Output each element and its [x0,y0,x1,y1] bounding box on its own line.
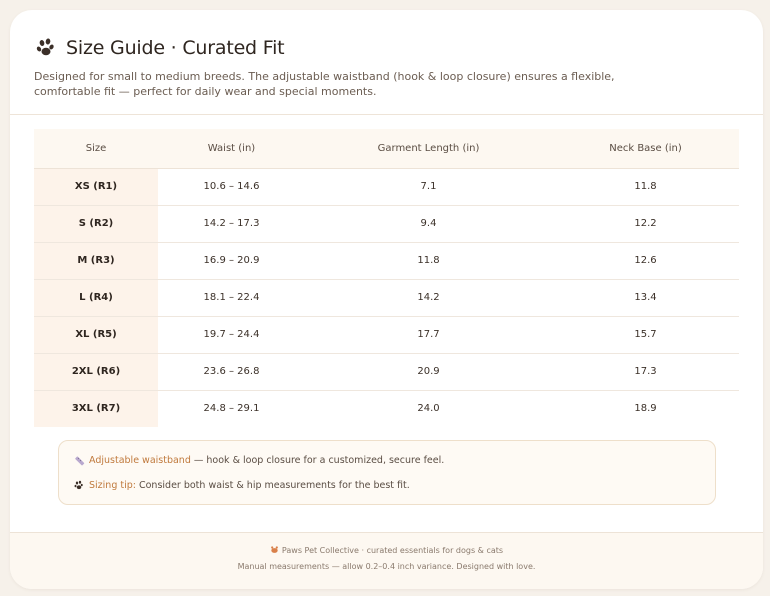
size-table-container: Size Waist (in) Garment Length (in) Neck… [34,129,739,427]
neck-cell: 12.2 [552,205,739,243]
waist-cell: 16.9 – 20.9 [158,242,305,280]
neck-cell: 13.4 [552,279,739,317]
length-cell: 7.1 [305,168,552,206]
header: Size Guide · Curated Fit Designed for sm… [10,10,763,115]
waist-cell: 18.1 – 22.4 [158,279,305,317]
footer-disclaimer: Manual measurements — allow 0.2–0.4 inch… [237,562,536,571]
size-cell: M (R3) [34,242,158,280]
table-header-row: Size Waist (in) Garment Length (in) Neck… [34,129,739,169]
waist-cell: 14.2 – 17.3 [158,205,305,243]
column-header-neck: Neck Base (in) [552,129,739,169]
table-row: 2XL (R6) 23.6 – 26.8 20.9 17.3 [34,353,739,391]
length-cell: 24.0 [417,403,440,415]
sizing-notes: Adjustable waistband — hook & loop closu… [58,440,716,505]
footer-brand: Paws Pet Collective · curated essentials… [281,546,504,555]
length-cell: 11.8 [305,242,552,280]
size-guide-card: Size Guide · Curated Fit Designed for sm… [10,10,763,589]
pet-icon [270,545,279,554]
size-cell: XL (R5) [34,316,158,354]
paw-icon [74,480,85,491]
neck-cell: 15.7 [552,316,739,354]
neck-cell: 12.6 [552,242,739,280]
table-row: XL (R5) 19.7 – 24.4 17.7 15.7 [34,316,739,354]
table-row: L (R4) 18.1 – 22.4 14.2 13.4 [34,279,739,317]
sizing-tip-label: Sizing tip: [89,480,136,491]
neck-cell: 11.8 [552,168,739,206]
length-cell: 9.4 [305,205,552,243]
waist-cell: 23.6 – 26.8 [158,353,305,391]
paw-icon [36,38,58,58]
waistband-note: Adjustable waistband — hook & loop closu… [74,455,444,466]
length-cell: 14.2 [305,279,552,317]
neck-cell: 18.9 [634,403,657,415]
waistband-text: — hook & loop closure for a customized, … [190,455,445,466]
size-cell: 3XL (R7) [34,390,158,427]
title-row: Size Guide · Curated Fit [36,37,285,59]
table-row: M (R3) 16.9 – 20.9 11.8 12.6 [34,242,739,280]
table-row: S (R2) 14.2 – 17.3 9.4 12.2 [34,205,739,243]
ruler-icon [74,455,85,466]
size-cell: S (R2) [34,205,158,243]
waist-cell: 24.8 – 29.1 [203,403,260,415]
column-header-length: Garment Length (in) [305,129,552,169]
page-title: Size Guide · Curated Fit [66,37,285,59]
waistband-label: Adjustable waistband [89,455,191,466]
size-table: Size Waist (in) Garment Length (in) Neck… [34,129,739,427]
size-cell: L (R4) [34,279,158,317]
size-cell: 2XL (R6) [34,353,158,391]
table-row: XS (R1) 10.6 – 14.6 7.1 11.8 [34,168,739,206]
column-header-size: Size [34,129,158,169]
length-cell: 17.7 [305,316,552,354]
table-row: 3XL (R7) 24.8 – 29.1 24.0 18.9 [34,390,739,427]
column-header-waist: Waist (in) [158,129,305,169]
sizing-tip-note: Sizing tip: Consider both waist & hip me… [74,480,410,491]
footer: Paws Pet Collective · curated essentials… [10,532,763,589]
size-cell: XS (R1) [34,168,158,206]
length-cell: 20.9 [305,353,552,391]
waist-cell: 19.7 – 24.4 [158,316,305,354]
footer-brand-line: Paws Pet Collective · curated essentials… [10,545,763,555]
waist-cell: 10.6 – 14.6 [158,168,305,206]
neck-cell: 17.3 [552,353,739,391]
sizing-tip-text: Consider both waist & hip measurements f… [135,480,410,491]
page-subtitle: Designed for small to medium breeds. The… [34,70,615,98]
